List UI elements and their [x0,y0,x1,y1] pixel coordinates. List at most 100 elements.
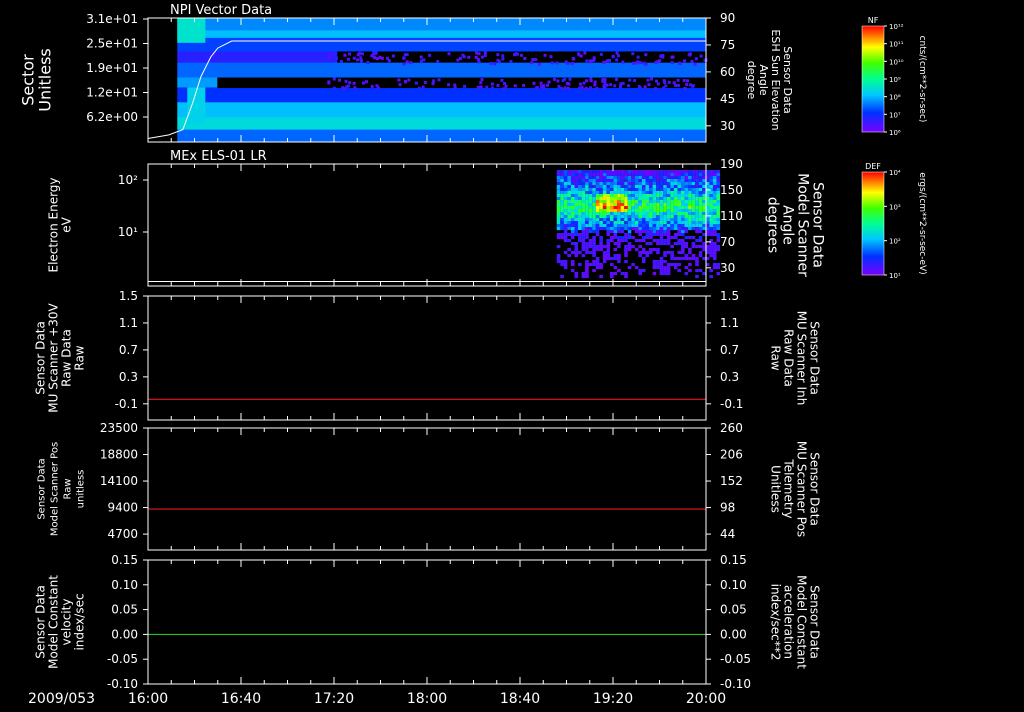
spectrogram-pixel [602,218,607,222]
spectrogram-pixel [606,182,611,186]
spectrogram-pixel [617,269,621,273]
spectrogram-pixel [645,221,650,225]
spectrogram-pixel [595,218,600,222]
spectrogram-pixel [609,83,613,87]
spectrogram-pixel [702,245,706,249]
spectrogram-pixel [617,245,621,249]
spectrogram-pixel [666,224,671,228]
spectrogram-pixel [638,179,642,183]
spectrogram-pixel [688,173,692,177]
spectrogram-pixel [563,182,568,186]
spectrogram-pixel [702,218,706,222]
spectrogram-pixel [641,197,646,201]
spectrogram-pixel [673,200,678,204]
spectrogram-pixel [574,209,579,213]
spectrogram-pixel [581,188,586,192]
spectrogram-pixel [688,203,692,207]
spectrogram-pixel [602,188,607,192]
spectrogram-pixel [687,52,691,56]
spectrogram-pixel [649,218,653,222]
spectrogram-pixel [670,221,674,225]
spectrogram-pixel [680,224,685,228]
spectrogram-pixel [631,263,635,267]
spectrogram-pixel [620,221,625,225]
spectrogram-pixel [702,200,706,204]
spectrogram-pixel [421,85,425,89]
spectrogram-pixel [666,269,671,273]
spectrogram-pixel [556,224,561,228]
spectrogram-pixel [556,200,561,204]
spectrogram-pixel [497,60,501,64]
spectrogram-pixel [712,218,717,222]
spectrogram-pixel [570,188,575,192]
spectrogram-pixel [574,251,579,255]
spectrogram-pixel [620,212,625,216]
spectrogram-pixel [686,79,690,83]
spectrogram-pixel [691,197,696,201]
spectrogram-pixel [606,233,611,237]
spectrogram-pixel [560,176,564,180]
spectrogram-pixel [556,206,561,210]
spectrogram-pixel [467,55,471,59]
spectrogram-pixel [654,60,658,64]
spectrogram-pixel [677,224,682,228]
spectrogram-pixel [560,194,564,198]
spectrogram-pixel [539,81,543,85]
spectrogram-pixel [680,206,685,210]
x-tick-label: 16:00 [128,691,168,707]
spectrogram-pixel [609,206,614,210]
spectrogram-pixel [567,185,571,189]
spectrogram-pixel [595,248,600,252]
spectrogram-pixel [677,176,682,180]
spectrogram-pixel [716,179,721,183]
spectrogram-pixel [684,173,689,177]
spectrogram-pixel [677,194,682,198]
spectrogram-pixel [617,206,621,210]
spectrogram-pixel [570,233,575,237]
spectrogram-pixel [556,185,561,189]
spectrogram-band [177,102,707,118]
spectrogram-pixel [531,57,535,61]
spectrogram-pixel [663,266,667,270]
spectrogram-pixel [659,197,664,201]
spectrogram-pixel [641,227,646,231]
spectrogram-pixel [327,55,331,59]
spectrogram-pixel [631,191,635,195]
spectrogram-pixel [684,182,689,186]
spectrogram-pixel [588,263,593,267]
spectrogram-pixel [563,200,568,204]
spectrogram-pixel [609,176,614,180]
spectrogram-pixel [419,55,423,59]
spectrogram-pixel [620,185,625,189]
spectrogram-pixel [631,52,635,56]
spectrogram-pixel [638,218,642,222]
spectrogram-pixel [645,212,650,216]
spectrogram-pixel [574,185,579,189]
spectrogram-pixel [712,194,717,198]
spectrogram-pixel [659,200,664,204]
spectrogram-pixel [613,173,618,177]
spectrogram-pixel [670,61,674,65]
spectrogram-pixel [641,179,646,183]
spectrogram-pixel [702,173,706,177]
spectrogram-pixel [595,176,600,180]
spectrogram-pixel [556,218,561,222]
spectrogram-pixel [617,209,621,213]
spectrogram-pixel [588,182,593,186]
spectrogram-pixel [585,173,589,177]
spectrogram-pixel [670,218,674,222]
spectrogram-pixel [592,176,596,180]
spectrogram-pixel [641,203,646,207]
colorbar-units: ergs/(cm**2-sr-sec-eV) [917,172,927,274]
spectrogram-pixel [609,185,614,189]
spectrogram-pixel [556,203,561,207]
spectrogram-pixel [453,86,457,90]
spectrogram-pixel [513,53,517,57]
spectrogram-pixel [609,182,614,186]
spectrogram-pixel [698,209,703,213]
spectrogram-pixel [624,203,628,207]
spectrogram-pixel [631,236,635,240]
spectrogram-pixel [631,245,635,249]
spectrogram-pixel [670,245,674,249]
spectrogram-pixel [656,212,660,216]
